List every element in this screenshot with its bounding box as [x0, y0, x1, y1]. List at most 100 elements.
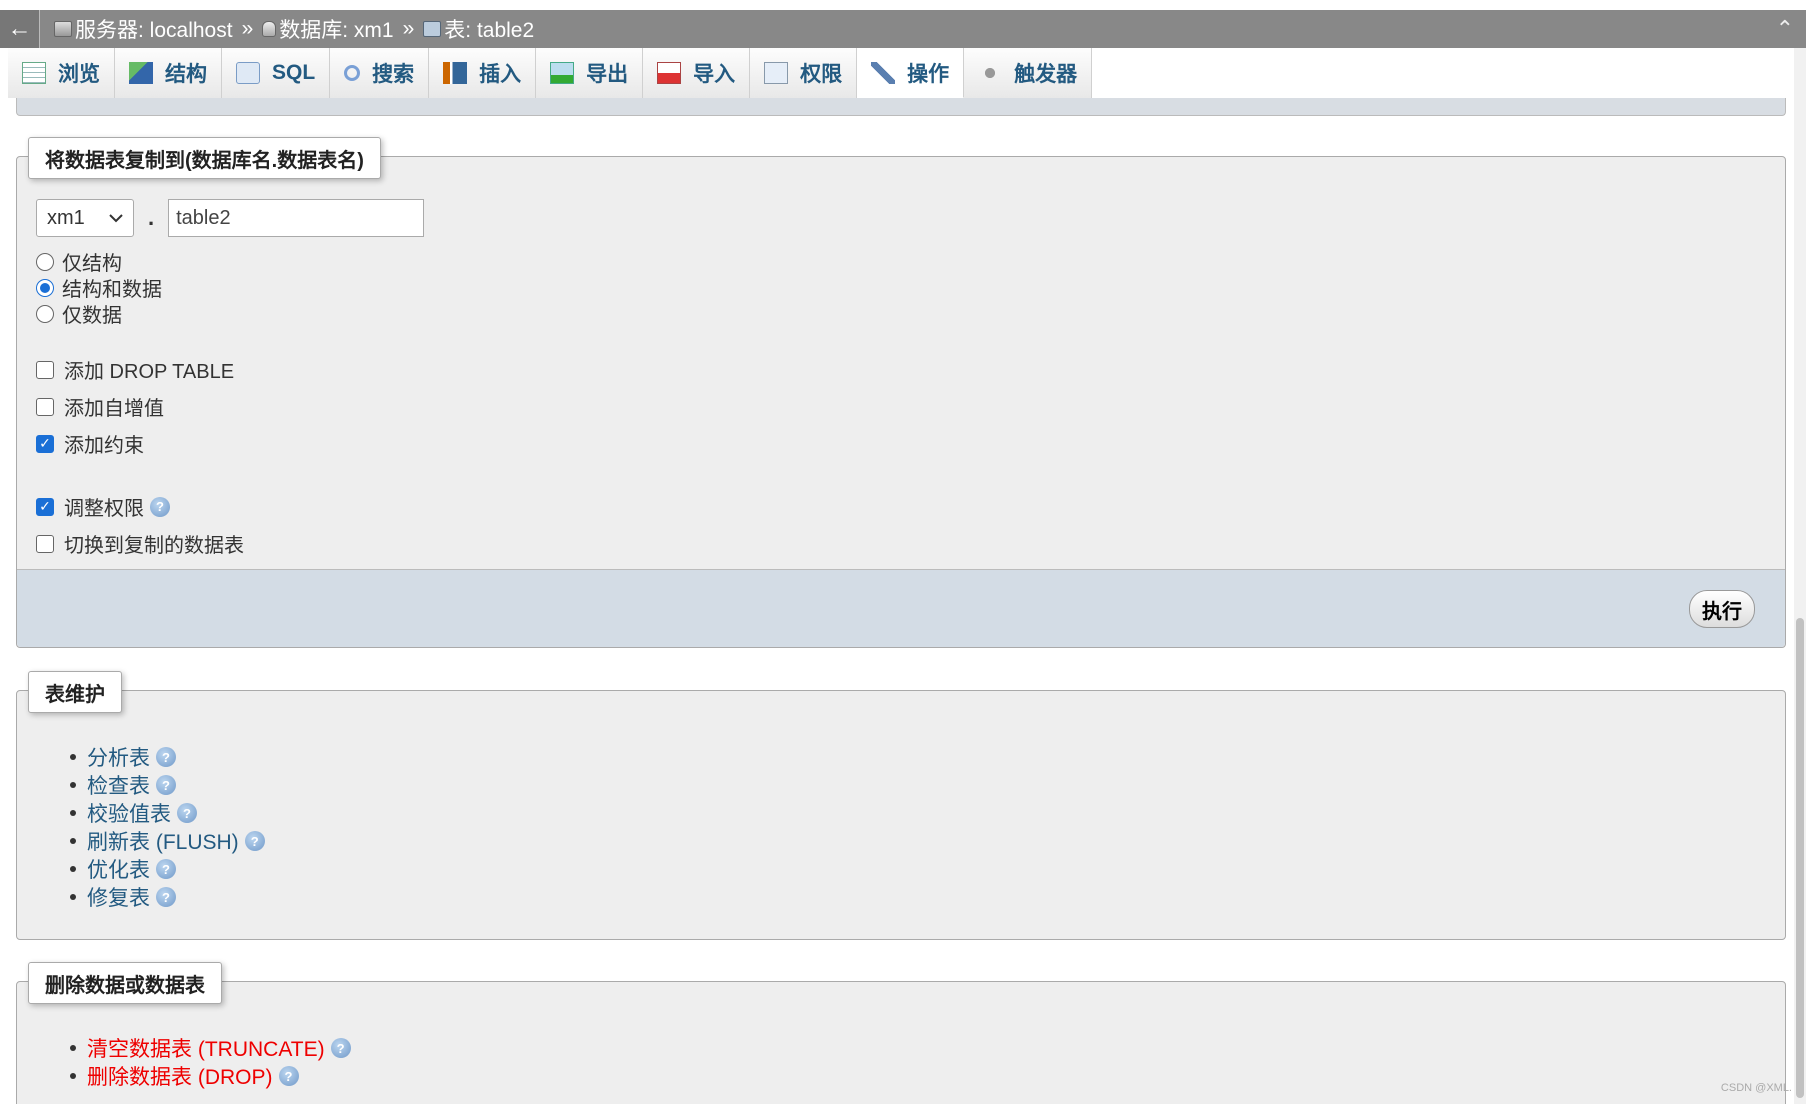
delete-legend: 删除数据或数据表 [28, 962, 222, 1004]
tab-sql[interactable]: SQL [222, 48, 331, 98]
checkbox-add-drop-table[interactable]: 添加 DROP TABLE [36, 355, 234, 384]
list-item: 清空数据表 (TRUNCATE)? [70, 1033, 351, 1063]
checkbox[interactable] [36, 534, 54, 553]
server-icon [54, 21, 72, 37]
database-select[interactable]: xm1 [36, 199, 134, 237]
copy-table-footer: 执行 [17, 569, 1785, 647]
radio-button[interactable] [36, 278, 54, 297]
structure-icon [129, 62, 153, 84]
drop-table-link[interactable]: 删除数据表 (DROP) [87, 1061, 273, 1091]
checkbox[interactable] [36, 397, 54, 416]
tab-triggers[interactable]: 触发器 [964, 48, 1093, 98]
tab-label: 插入 [479, 63, 522, 86]
checkbox[interactable]: ✓ [36, 434, 54, 453]
help-icon[interactable]: ? [150, 496, 170, 517]
tab-operations[interactable]: 操作 [857, 48, 965, 98]
help-icon[interactable]: ? [156, 887, 176, 907]
tab-label: 触发器 [1014, 63, 1078, 86]
copy-table-panel: 将数据表复制到(数据库名.数据表名) xm1 . 仅结构 结构和数据 仅数据 添… [16, 137, 1786, 648]
previous-panel-edge [16, 98, 1786, 116]
breadcrumb-database-label[interactable]: 数据库: xm1 [279, 14, 393, 44]
go-button[interactable]: 执行 [1689, 590, 1755, 628]
breadcrumb-server-label[interactable]: 服务器: localhost [75, 14, 233, 44]
tab-label: 结构 [165, 63, 207, 86]
chevron-down-icon [109, 214, 123, 223]
checkbox[interactable]: ✓ [36, 497, 54, 516]
export-icon [550, 62, 575, 84]
radio-structure-only[interactable]: 仅结构 [36, 247, 122, 276]
list-item: 修复表? [70, 882, 265, 912]
optimize-table-link[interactable]: 优化表 [87, 854, 150, 884]
checkbox-label: 添加 DROP TABLE [64, 361, 235, 383]
tab-privileges[interactable]: 权限 [750, 48, 858, 98]
help-icon[interactable]: ? [278, 1066, 299, 1086]
collapse-icon[interactable]: ⌃ [1776, 16, 1794, 42]
check-table-link[interactable]: 检查表 [87, 770, 150, 800]
tab-insert[interactable]: 插入 [429, 48, 537, 98]
checkbox-switch-to-copied-table[interactable]: 切换到复制的数据表 [36, 529, 244, 558]
breadcrumb-table[interactable]: 表: table2 [423, 14, 534, 44]
list-item: 检查表? [70, 770, 265, 800]
tab-label: 浏览 [58, 63, 100, 86]
table-maintenance-legend: 表维护 [28, 671, 122, 713]
tab-browse[interactable]: 浏览 [8, 48, 115, 98]
radio-structure-and-data[interactable]: 结构和数据 [36, 273, 162, 302]
breadcrumb-server[interactable]: 服务器: localhost [54, 14, 233, 44]
search-icon [344, 65, 361, 81]
breadcrumb-bar: ← 服务器: localhost » 数据库: xm1 » 表: table2 … [0, 10, 1806, 48]
table-maintenance-panel: 表维护 分析表? 检查表? 校验值表? 刷新表 (FLUSH)? 优化表? 修复… [16, 671, 1786, 940]
list-item: 删除数据表 (DROP)? [70, 1061, 351, 1091]
vertical-scrollbar[interactable] [1794, 48, 1806, 1104]
watermark: CSDN @XML. [1720, 1082, 1792, 1094]
breadcrumb: 服务器: localhost » 数据库: xm1 » 表: table2 [54, 14, 534, 44]
help-icon[interactable]: ? [156, 859, 176, 879]
breadcrumb-database[interactable]: 数据库: xm1 [262, 14, 394, 44]
truncate-table-link[interactable]: 清空数据表 (TRUNCATE) [87, 1033, 325, 1063]
tab-label: 操作 [907, 62, 950, 86]
delete-list: 清空数据表 (TRUNCATE)? 删除数据表 (DROP)? [70, 1033, 351, 1091]
help-icon[interactable]: ? [156, 775, 176, 795]
checkbox-label: 调整权限 [64, 498, 144, 520]
help-icon[interactable]: ? [244, 831, 265, 851]
tab-structure[interactable]: 结构 [115, 48, 222, 98]
radio-data-only[interactable]: 仅数据 [36, 299, 122, 328]
help-icon[interactable]: ? [156, 747, 176, 767]
copy-table-legend: 将数据表复制到(数据库名.数据表名) [28, 137, 381, 179]
table-icon [423, 21, 442, 37]
operations-icon [871, 61, 896, 84]
tab-import[interactable]: 导入 [643, 48, 751, 98]
tab-label: 导入 [693, 63, 736, 86]
checkbox-adjust-privileges[interactable]: ✓ 调整权限? [36, 492, 170, 521]
checksum-table-link[interactable]: 校验值表 [87, 798, 171, 828]
delete-panel: 删除数据或数据表 清空数据表 (TRUNCATE)? 删除数据表 (DROP)? [16, 962, 1786, 1104]
radio-button[interactable] [36, 304, 54, 323]
tab-label: 搜索 [372, 63, 415, 86]
back-arrow-icon[interactable]: ← [0, 10, 40, 48]
help-icon[interactable]: ? [177, 803, 197, 823]
tab-export[interactable]: 导出 [536, 48, 644, 98]
flush-table-link[interactable]: 刷新表 (FLUSH) [87, 826, 239, 856]
table-name-input[interactable] [168, 199, 425, 237]
database-select-value: xm1 [47, 206, 85, 229]
list-item: 校验值表? [70, 798, 265, 828]
triggers-icon [978, 62, 1003, 84]
radio-button[interactable] [36, 252, 54, 271]
breadcrumb-table-label[interactable]: 表: table2 [444, 14, 534, 44]
tab-bar: 浏览 结构 SQL 搜索 插入 导出 导入 权限 操作 触发器 [8, 48, 1093, 98]
import-icon [657, 62, 682, 84]
repair-table-link[interactable]: 修复表 [87, 882, 150, 912]
maintenance-list: 分析表? 检查表? 校验值表? 刷新表 (FLUSH)? 优化表? 修复表? [70, 742, 265, 912]
help-icon[interactable]: ? [330, 1038, 351, 1058]
radio-label: 仅结构 [62, 253, 122, 275]
checkbox-add-constraints[interactable]: ✓ 添加约束 [36, 429, 144, 458]
breadcrumb-separator: » [241, 17, 254, 40]
insert-icon [443, 62, 468, 84]
copy-target-row: xm1 . [36, 199, 425, 237]
checkbox[interactable] [36, 360, 54, 379]
tab-label: 导出 [586, 63, 629, 86]
scrollbar-thumb[interactable] [1796, 618, 1804, 1098]
tab-search[interactable]: 搜索 [330, 48, 430, 98]
checkbox-add-auto-increment[interactable]: 添加自增值 [36, 392, 164, 421]
radio-label: 结构和数据 [62, 279, 162, 301]
analyze-table-link[interactable]: 分析表 [87, 742, 150, 772]
